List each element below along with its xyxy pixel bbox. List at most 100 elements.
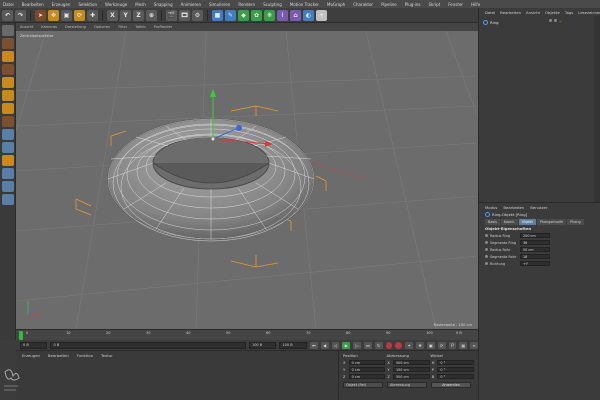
menu-item[interactable]: Pipeline <box>381 2 397 7</box>
attribute-menu-item[interactable]: Benutzer <box>530 205 547 210</box>
texture-mode-icon[interactable] <box>1 51 14 62</box>
object-menu-item[interactable]: Datei <box>485 10 495 15</box>
pen-spline-icon[interactable]: ✎ <box>225 9 236 21</box>
workplane-icon[interactable] <box>1 168 14 179</box>
menu-item[interactable]: Datei <box>3 2 14 7</box>
size-mode-dropdown[interactable]: Abmessung <box>387 382 427 388</box>
locked-workplane-icon[interactable] <box>1 181 14 192</box>
rotate-tool-icon[interactable]: ⟳ <box>74 9 85 21</box>
material-menu-item[interactable]: Erzeugen <box>22 353 40 358</box>
tab-objekt[interactable]: Objekt <box>518 218 536 225</box>
apply-button[interactable]: Anwenden <box>431 382 471 388</box>
position-field[interactable]: 0 cm <box>348 374 386 379</box>
menu-item[interactable]: Snapping <box>154 2 173 7</box>
array-icon[interactable]: ✿ <box>251 9 262 21</box>
attribute-menu-item[interactable]: Bearbeiten <box>503 205 524 210</box>
uv-mode-icon[interactable] <box>1 116 14 127</box>
animation-dot[interactable] <box>485 234 488 237</box>
viewport-menu-item[interactable]: Ansicht <box>20 25 33 29</box>
rotation-field[interactable]: 0 ° <box>437 367 475 372</box>
viewport-menu-item[interactable]: Kameras <box>41 25 57 29</box>
tweak-mode-icon[interactable] <box>1 142 14 153</box>
enabled-check-icon[interactable]: ✓ <box>559 19 563 24</box>
y-axis-lock-button[interactable]: Y <box>120 9 131 21</box>
points-mode-icon[interactable] <box>1 77 14 88</box>
menu-item[interactable]: Rendern <box>238 2 255 7</box>
render-picture-viewer-icon[interactable]: 🎞 <box>179 9 190 21</box>
menu-item[interactable]: Charakter <box>353 2 373 7</box>
camera-icon[interactable]: ◐ <box>303 9 314 21</box>
redo-icon[interactable]: ↷ <box>15 9 26 21</box>
record-icon[interactable] <box>385 341 393 349</box>
menu-item[interactable]: Werkzeuge <box>105 2 127 7</box>
end-frame-field[interactable]: 100 B <box>248 341 277 349</box>
model-mode-icon[interactable] <box>1 38 14 49</box>
tab-basis[interactable]: Basis <box>485 218 500 225</box>
z-axis-lock-button[interactable]: Z <box>133 9 144 21</box>
viewport-menu-item[interactable]: Optionen <box>94 25 110 29</box>
preview-range-slider[interactable]: 0 B <box>50 341 246 349</box>
rotation-field[interactable]: 0 ° <box>437 360 475 365</box>
move-tool-icon[interactable]: ✥ <box>48 9 59 21</box>
timeline-menu-icon[interactable]: ≡ <box>470 341 478 349</box>
property-value-field[interactable]: +Y <box>520 261 550 266</box>
viewport-menu-item[interactable]: ProRender <box>154 25 173 29</box>
animation-dot[interactable] <box>485 241 488 244</box>
position-field[interactable]: 0 cm <box>348 367 386 372</box>
axis-mode-icon[interactable] <box>1 129 14 140</box>
tab-phongsmooth[interactable]: Phongsmooth <box>536 218 567 225</box>
editor-visibility-dot[interactable] <box>549 19 552 22</box>
animation-dot[interactable] <box>485 248 488 251</box>
preview-end-field[interactable]: 100 B <box>279 341 307 349</box>
prev-key-icon[interactable]: ◀ <box>320 341 329 349</box>
snap-icon[interactable] <box>1 155 14 166</box>
material-menu-item[interactable]: Textur <box>101 353 113 358</box>
step-back-icon[interactable]: ◁ <box>331 341 340 349</box>
object-menu-item[interactable]: Objekte <box>545 10 560 15</box>
viewport-canvas[interactable] <box>16 31 478 329</box>
menu-item[interactable]: Skript <box>429 2 441 7</box>
light-icon[interactable]: ☀ <box>316 9 327 21</box>
current-frame-marker[interactable] <box>19 331 23 340</box>
menu-item[interactable]: Motion Tracker <box>290 2 319 7</box>
menu-item[interactable]: Simulieren <box>209 2 230 7</box>
keyframe-selection-icon[interactable]: ✦ <box>405 341 414 349</box>
menu-item[interactable]: Sculpting <box>263 2 282 7</box>
property-value-field[interactable]: 200 cm <box>520 233 550 238</box>
scene-icon[interactable]: ⌂ <box>290 9 301 21</box>
menu-item[interactable]: Erzeugen <box>52 2 71 7</box>
size-field[interactable]: 150 cm <box>392 367 430 372</box>
tab-phong[interactable]: Phong <box>567 218 584 225</box>
render-view-icon[interactable]: 🎬 <box>166 9 177 21</box>
edges-mode-icon[interactable] <box>1 90 14 101</box>
size-field[interactable]: 500 cm <box>392 360 430 365</box>
viewport-menu-item[interactable]: Tafeln <box>135 25 146 29</box>
render-visibility-dot[interactable] <box>554 19 557 22</box>
rotation-key-icon[interactable]: ⟳ <box>437 341 446 349</box>
position-key-icon[interactable]: ✥ <box>416 341 424 349</box>
workplane-mode-icon[interactable] <box>1 64 14 75</box>
x-axis-lock-button[interactable]: X <box>107 9 118 21</box>
live-select-icon[interactable]: ➤ <box>35 9 46 21</box>
recent-tool-icon[interactable]: ✚ <box>87 9 98 21</box>
object-row-ring[interactable]: Ring <box>483 19 547 25</box>
animation-dot[interactable] <box>485 255 488 258</box>
subdivision-icon[interactable]: ◆ <box>238 9 249 21</box>
perspective-viewport[interactable]: Zentralperspektive Rasterweite : 100 cm <box>16 31 478 329</box>
menu-item[interactable]: Selektion <box>78 2 97 7</box>
attribute-menu-item[interactable]: Modus <box>485 205 497 210</box>
start-frame-field[interactable]: 0 B <box>20 341 48 349</box>
render-settings-icon[interactable]: ⚙ <box>192 9 203 21</box>
timeline-ruler[interactable]: 0 10 20 30 40 50 60 70 80 90 100 0 B <box>16 329 478 340</box>
menu-item[interactable]: Animieren <box>181 2 201 7</box>
size-field[interactable]: 500 cm <box>392 374 430 379</box>
property-value-field[interactable]: 36 <box>520 240 550 245</box>
goto-start-icon[interactable]: ⏮ <box>309 341 318 349</box>
material-menu-item[interactable]: Bearbeiten <box>48 353 69 358</box>
cube-icon[interactable]: ■ <box>212 9 223 21</box>
tab-koord[interactable]: Koord. <box>500 218 518 225</box>
play-icon[interactable]: ▶ <box>342 341 351 349</box>
object-menu-item[interactable]: Lesezeichen <box>578 10 600 15</box>
solo-icon[interactable] <box>1 194 14 205</box>
make-editable-icon[interactable] <box>1 25 14 36</box>
